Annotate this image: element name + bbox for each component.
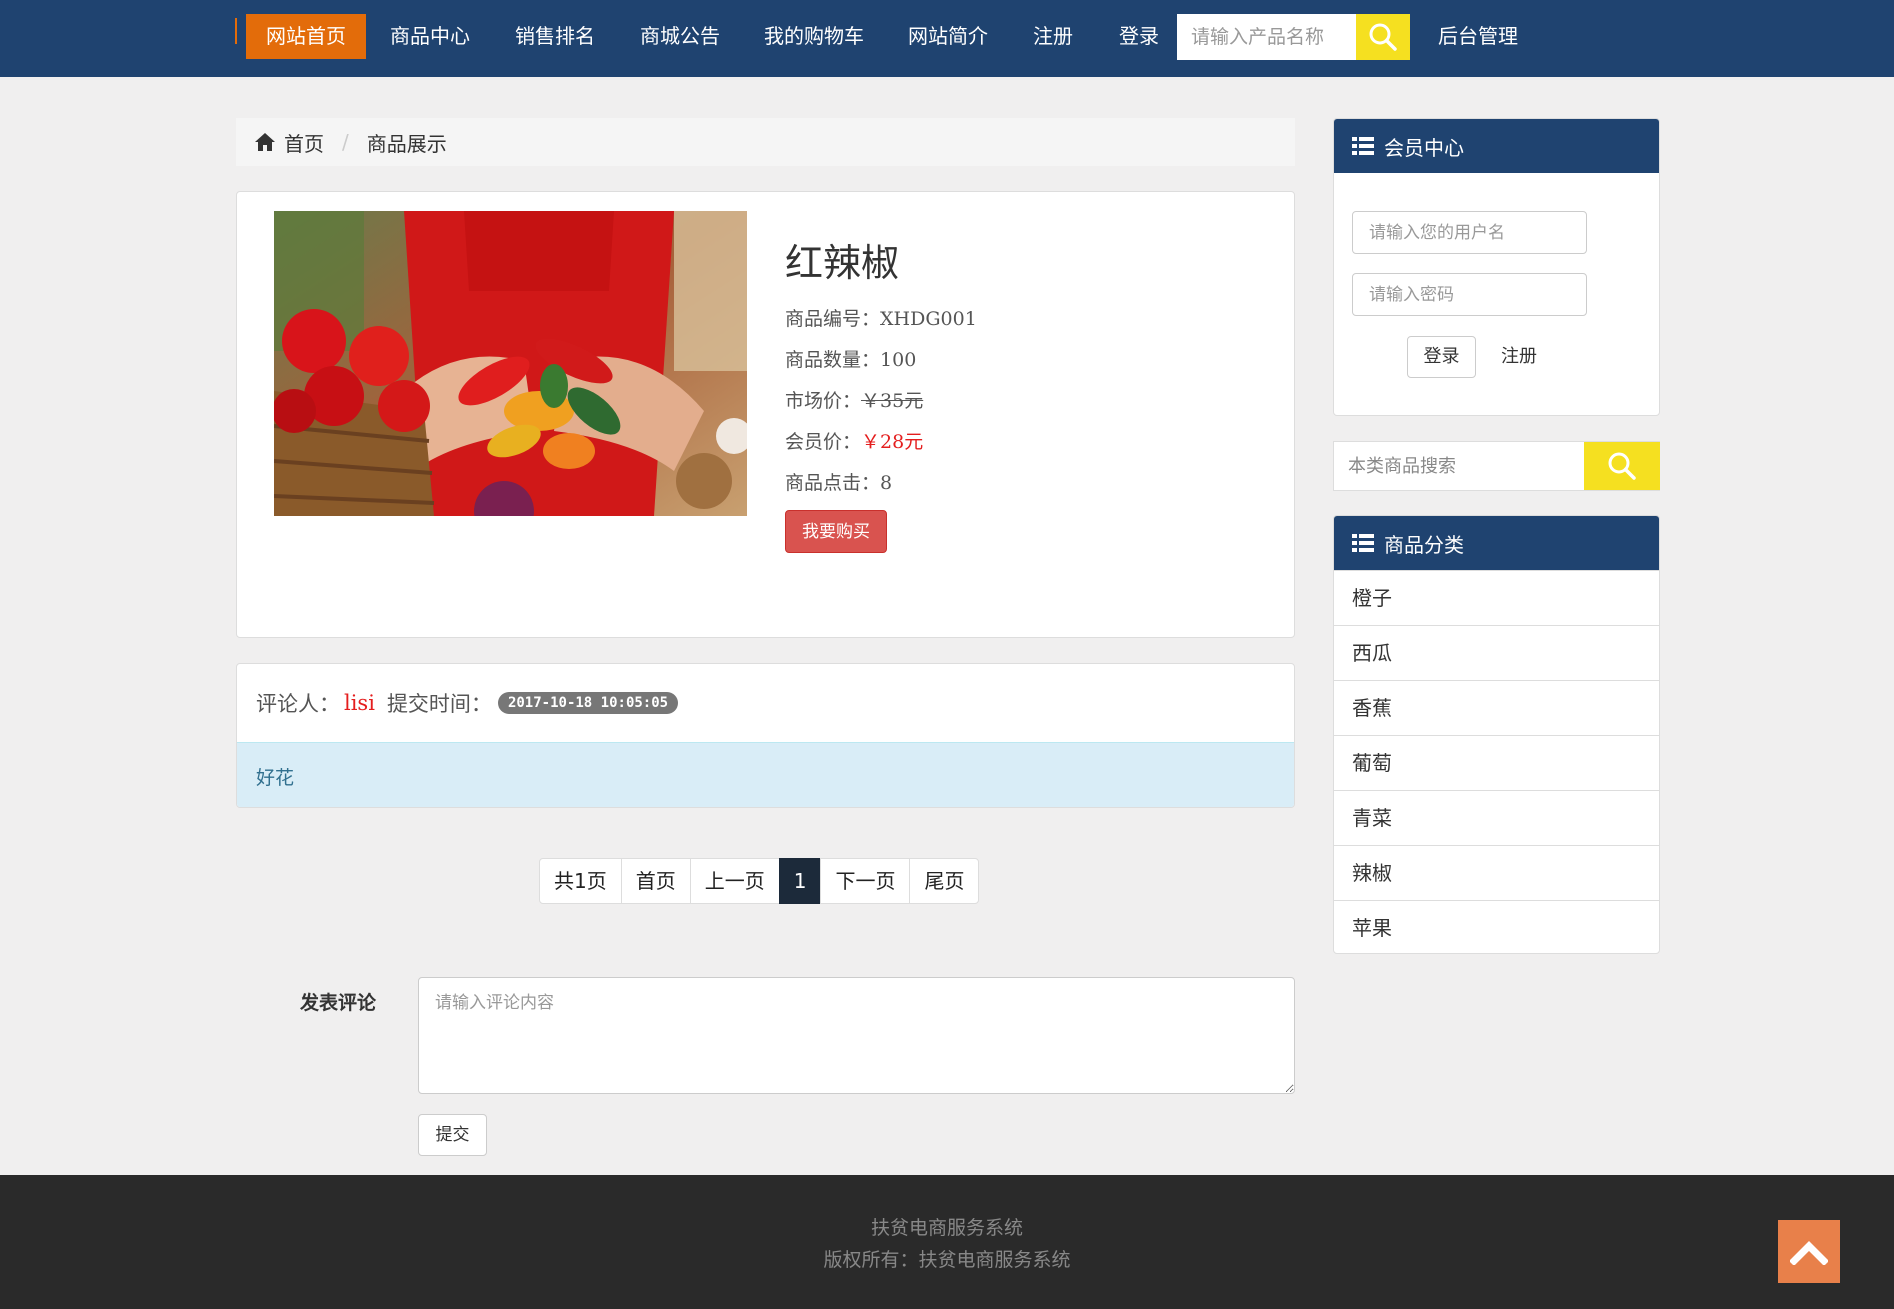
product-qty: 100 bbox=[880, 349, 917, 371]
category-title: 商品分类 bbox=[1384, 532, 1464, 557]
search-icon bbox=[1369, 23, 1397, 51]
comment-time-badge: 2017-10-18 10:05:05 bbox=[497, 692, 679, 714]
member-price-label: 会员价： bbox=[785, 431, 862, 453]
page-current[interactable]: 1 bbox=[778, 858, 822, 904]
login-button[interactable]: 登录 bbox=[1407, 336, 1476, 378]
product-search-button[interactable] bbox=[1356, 14, 1410, 60]
nav-sales-ranking[interactable]: 销售排名 bbox=[515, 0, 595, 77]
product-clicks-label: 商品点击： bbox=[785, 472, 881, 494]
nav-register[interactable]: 注册 bbox=[1033, 0, 1073, 77]
nav-products[interactable]: 商品中心 bbox=[390, 0, 470, 77]
product-info: 红辣椒 商品编号：XHDG001 商品数量：100 市场价：￥35元 会员价：￥… bbox=[785, 232, 977, 553]
list-icon bbox=[1352, 137, 1374, 155]
comment-panel: 评论人： lisi 提交时间： 2017-10-18 10:05:05 好花 bbox=[236, 663, 1295, 808]
product-code-row: 商品编号：XHDG001 bbox=[785, 299, 977, 340]
comment-textarea[interactable] bbox=[418, 977, 1295, 1094]
page-last[interactable]: 尾页 bbox=[909, 858, 980, 904]
reviewer-label: 评论人： bbox=[256, 692, 340, 716]
category-item-greens[interactable]: 青菜 bbox=[1334, 790, 1659, 845]
product-qty-label: 商品数量： bbox=[785, 349, 881, 371]
product-image bbox=[274, 211, 747, 516]
product-title: 红辣椒 bbox=[785, 241, 900, 285]
back-to-top-button[interactable] bbox=[1778, 1220, 1840, 1283]
home-icon bbox=[254, 132, 276, 152]
page-total: 共1页 bbox=[539, 858, 622, 904]
chevron-up-icon bbox=[1790, 1240, 1828, 1265]
category-item-pepper[interactable]: 辣椒 bbox=[1334, 845, 1659, 900]
product-code: XHDG001 bbox=[880, 308, 977, 330]
comment-form-label: 发表评论 bbox=[300, 992, 377, 1014]
search-icon bbox=[1608, 452, 1636, 480]
submit-comment-button[interactable]: 提交 bbox=[418, 1114, 487, 1156]
market-price-label: 市场价： bbox=[785, 390, 862, 412]
reviewer-name: lisi bbox=[344, 691, 375, 715]
category-search-button[interactable] bbox=[1584, 442, 1660, 490]
page-next[interactable]: 下一页 bbox=[820, 858, 911, 904]
footer: 扶贫电商服务系统 版权所有：扶贫电商服务系统 bbox=[0, 1175, 1894, 1309]
password-field[interactable] bbox=[1352, 273, 1587, 316]
product-qty-row: 商品数量：100 bbox=[785, 340, 977, 381]
username-field[interactable] bbox=[1352, 211, 1587, 254]
breadcrumb-home[interactable]: 首页 bbox=[284, 128, 324, 157]
category-search bbox=[1333, 441, 1660, 491]
nav-announcements[interactable]: 商城公告 bbox=[640, 0, 720, 77]
nav-cart[interactable]: 我的购物车 bbox=[764, 0, 864, 77]
top-navbar: 网站首页 商品中心 销售排名 商城公告 我的购物车 网站简介 注册 登录 后台管… bbox=[0, 0, 1894, 77]
nav-admin[interactable]: 后台管理 bbox=[1438, 0, 1518, 77]
product-search-input[interactable] bbox=[1177, 14, 1357, 60]
nav-about[interactable]: 网站简介 bbox=[908, 0, 988, 77]
product-clicks: 8 bbox=[880, 472, 893, 494]
nav-home[interactable]: 网站首页 bbox=[246, 14, 366, 59]
buy-button[interactable]: 我要购买 bbox=[785, 510, 887, 553]
footer-site-name: 扶贫电商服务系统 bbox=[870, 1217, 1023, 1239]
footer-copyright: 版权所有：扶贫电商服务系统 bbox=[823, 1249, 1071, 1271]
category-item-watermelon[interactable]: 西瓜 bbox=[1334, 625, 1659, 680]
market-price-row: 市场价：￥35元 bbox=[785, 381, 977, 422]
category-header: 商品分类 bbox=[1334, 516, 1659, 570]
category-panel: 商品分类 橙子 西瓜 香蕉 葡萄 青菜 辣椒 苹果 bbox=[1333, 515, 1660, 954]
member-price-row: 会员价：￥28元 bbox=[785, 422, 977, 463]
category-item-banana[interactable]: 香蕉 bbox=[1334, 680, 1659, 735]
market-price: ￥35元 bbox=[861, 390, 924, 412]
category-item-orange[interactable]: 橙子 bbox=[1334, 570, 1659, 625]
list-icon bbox=[1352, 534, 1374, 552]
member-center-header: 会员中心 bbox=[1334, 119, 1659, 173]
breadcrumb: 首页 / 商品展示 bbox=[236, 118, 1295, 166]
product-detail-panel: 红辣椒 商品编号：XHDG001 商品数量：100 市场价：￥35元 会员价：￥… bbox=[236, 191, 1295, 638]
page-first[interactable]: 首页 bbox=[620, 858, 691, 904]
comment-header: 评论人： lisi 提交时间： 2017-10-18 10:05:05 bbox=[237, 664, 1294, 742]
category-item-apple[interactable]: 苹果 bbox=[1334, 900, 1659, 953]
member-center-panel: 会员中心 登录 注册 bbox=[1333, 118, 1660, 416]
nav-login[interactable]: 登录 bbox=[1119, 0, 1159, 77]
product-code-label: 商品编号： bbox=[785, 308, 881, 330]
pagination: 共1页 首页 上一页 1 下一页 尾页 bbox=[539, 858, 980, 904]
page-prev[interactable]: 上一页 bbox=[689, 858, 780, 904]
category-search-input[interactable] bbox=[1334, 442, 1584, 490]
product-clicks-row: 商品点击：8 bbox=[785, 463, 977, 504]
register-link[interactable]: 注册 bbox=[1501, 336, 1537, 378]
comment-content: 好花 bbox=[237, 742, 1294, 807]
member-price: ￥28元 bbox=[861, 431, 924, 453]
time-label: 提交时间： bbox=[386, 692, 492, 716]
brand-divider bbox=[235, 18, 237, 44]
breadcrumb-separator: / bbox=[342, 130, 349, 154]
category-item-grape[interactable]: 葡萄 bbox=[1334, 735, 1659, 790]
breadcrumb-current: 商品展示 bbox=[366, 131, 447, 156]
member-center-title: 会员中心 bbox=[1384, 135, 1464, 160]
